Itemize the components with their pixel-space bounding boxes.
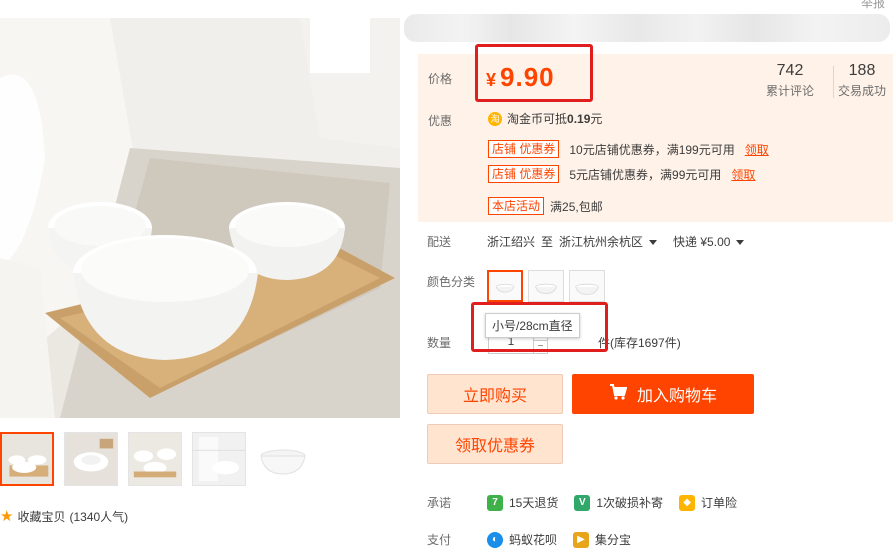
promo-label: 优惠 — [428, 114, 453, 128]
thumbnail-5[interactable] — [256, 432, 310, 486]
claim-coupon-link[interactable]: 领取 — [745, 141, 769, 158]
thumbnail-3[interactable] — [128, 432, 182, 486]
payment-item[interactable]: ▶ 集分宝 — [573, 531, 631, 548]
promise-item[interactable]: ◆ 订单险 — [679, 494, 737, 511]
chevron-down-icon — [736, 240, 745, 246]
quantity-label: 数量 — [427, 336, 452, 350]
price-panel: 价格 ¥ 9.90 742 累计评论 188 交易成功 优惠 淘 淘金币可抵0.… — [418, 44, 893, 222]
thumbnail-1[interactable] — [0, 432, 54, 486]
color-label: 颜色分类 — [427, 275, 476, 289]
price-label: 价格 — [428, 72, 453, 86]
taojinbi-offer: 淘 淘金币可抵0.19元 — [488, 110, 602, 127]
review-count[interactable]: 742 累计评论 — [766, 62, 814, 99]
favorite-label: 收藏宝贝 — [17, 510, 66, 524]
ship-to-select[interactable]: 浙江杭州余杭区 — [559, 233, 658, 250]
coupon-text: 10元店铺优惠券，满199元可用 — [569, 142, 735, 157]
order-insurance-icon: ◆ — [679, 494, 696, 511]
color-option-large[interactable] — [569, 270, 605, 302]
color-option-small[interactable] — [487, 270, 523, 302]
shipping-method-select[interactable]: 快递 ¥5.00 — [673, 233, 745, 250]
promise-label: 承诺 — [427, 496, 452, 510]
bowls-photo — [0, 18, 400, 418]
get-coupon-button[interactable]: 领取优惠券 — [427, 424, 563, 464]
claim-coupon-link[interactable]: 领取 — [731, 166, 755, 183]
color-option-medium[interactable] — [528, 270, 564, 302]
favorite-link[interactable]: ★ 收藏宝贝 (1340人气) — [0, 508, 128, 525]
promise-row: 承诺 7 15天退货 V 1次破损补寄 ◆ 订单险 — [427, 494, 753, 511]
currency-symbol: ¥ — [486, 70, 497, 90]
breakage-resend-icon: V — [574, 494, 591, 511]
star-icon: ★ — [0, 508, 14, 525]
blurred-product-title — [404, 14, 890, 42]
payment-item[interactable]: ◐ 蚂蚁花呗 — [487, 531, 557, 548]
payment-row: 支付 ◐ 蚂蚁花呗 ▶ 集分宝 — [427, 531, 647, 548]
report-link[interactable]: 举报 — [861, 0, 885, 11]
thumbnail-2[interactable] — [64, 432, 118, 486]
add-to-cart-button[interactable]: 加入购物车 — [572, 374, 754, 414]
promise-item[interactable]: V 1次破损补寄 — [574, 494, 663, 511]
stat-divider — [833, 66, 834, 98]
price-value: ¥ 9.90 — [486, 62, 555, 93]
jifenbao-icon: ▶ — [573, 531, 590, 548]
thumbnail-strip — [0, 432, 310, 486]
payment-label: 支付 — [427, 533, 452, 547]
thumbnail-4[interactable] — [192, 432, 246, 486]
buy-now-button[interactable]: 立即购买 — [427, 374, 563, 414]
promise-item[interactable]: 7 15天退货 — [487, 494, 558, 511]
ship-to-word: 至 — [541, 235, 554, 249]
coupon-text: 5元店铺优惠券，满99元可用 — [569, 167, 722, 182]
delivery-label: 配送 — [427, 235, 452, 249]
sales-count[interactable]: 188 交易成功 — [838, 62, 886, 99]
ship-from: 浙江绍兴 — [487, 235, 536, 249]
coupon-tag: 店铺 优惠券 — [488, 140, 560, 158]
seven-day-return-icon: 7 — [487, 494, 503, 511]
chevron-down-icon — [649, 240, 658, 246]
activity-text: 满25,包邮 — [550, 199, 603, 214]
taojinbi-icon: 淘 — [488, 111, 502, 126]
huabei-icon: ◐ — [487, 531, 503, 548]
stock-info: 件(库存1697件) — [598, 336, 681, 350]
coupon-row-2: 店铺 优惠券 5元店铺优惠券，满99元可用 领取 — [488, 165, 755, 183]
cart-icon — [609, 383, 628, 405]
favorite-count: (1340人气) — [69, 510, 129, 524]
activity-tag: 本店活动 — [488, 197, 545, 215]
coupon-row-1: 店铺 优惠券 10元店铺优惠券，满199元可用 领取 — [488, 140, 769, 158]
coupon-tag: 店铺 优惠券 — [488, 165, 560, 183]
price-amount: 9.90 — [500, 62, 555, 92]
tooltip-highlight-frame — [471, 302, 608, 352]
main-product-image[interactable] — [0, 18, 400, 418]
title-bar: 举报 — [402, 0, 893, 50]
delivery-row: 配送 浙江绍兴 至 浙江杭州余杭区 快递 ¥5.00 — [427, 233, 745, 250]
store-activity-row: 本店活动 满25,包邮 — [488, 197, 603, 215]
